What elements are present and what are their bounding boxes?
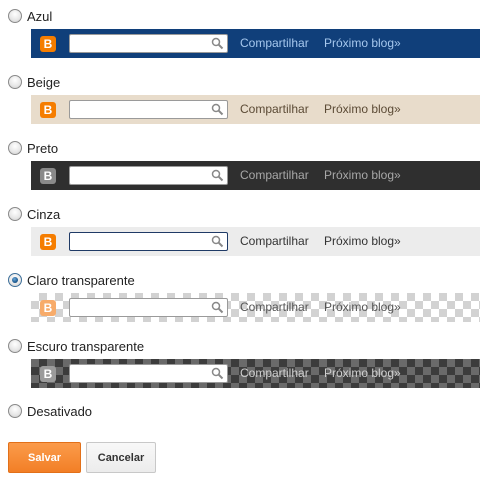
magnifier-icon — [211, 367, 224, 380]
radio-label-escuro-transparente: Escuro transparente — [27, 338, 145, 354]
blogger-logo-icon: B — [40, 168, 56, 184]
magnifier-icon — [211, 169, 224, 182]
radio-row-beige[interactable]: Beige — [8, 73, 60, 91]
radio-row-claro-transparente[interactable]: Claro transparente — [8, 271, 135, 289]
share-link[interactable]: Compartilhar — [240, 36, 309, 51]
radio-label-desativado: Desativado — [27, 403, 93, 419]
navbar-preview-claro-transparente: B Compartilhar Próximo blog» — [31, 293, 480, 322]
blogger-logo-icon: B — [40, 36, 56, 52]
radio-row-escuro-transparente[interactable]: Escuro transparente — [8, 337, 144, 355]
radio-label-cinza: Cinza — [27, 206, 61, 222]
search-input[interactable] — [69, 100, 228, 119]
share-link[interactable]: Compartilhar — [240, 300, 309, 315]
magnifier-icon — [211, 37, 224, 50]
next-blog-link[interactable]: Próximo blog» — [324, 300, 401, 315]
navbar-preview-preto: B Compartilhar Próximo blog» — [31, 161, 480, 190]
navbar-preview-cinza: B Compartilhar Próximo blog» — [31, 227, 480, 256]
radio-label-beige: Beige — [27, 74, 61, 90]
next-blog-link[interactable]: Próximo blog» — [324, 234, 401, 249]
radio-row-cinza[interactable]: Cinza — [8, 205, 60, 223]
radio-preto[interactable] — [8, 141, 22, 155]
radio-row-azul[interactable]: Azul — [8, 7, 52, 25]
navbar-preview-escuro-transparente: B Compartilhar Próximo blog» — [31, 359, 480, 388]
share-link[interactable]: Compartilhar — [240, 168, 309, 183]
radio-claro-transparente[interactable] — [8, 273, 22, 287]
share-link[interactable]: Compartilhar — [240, 102, 309, 117]
blogger-logo-icon: B — [40, 366, 56, 382]
search-input[interactable] — [69, 364, 228, 383]
cancel-button[interactable]: Cancelar — [86, 442, 156, 473]
blogger-logo-icon: B — [40, 300, 56, 316]
search-input[interactable] — [69, 166, 228, 185]
magnifier-icon — [211, 103, 224, 116]
next-blog-link[interactable]: Próximo blog» — [324, 168, 401, 183]
next-blog-link[interactable]: Próximo blog» — [324, 36, 401, 51]
blogger-logo-icon: B — [40, 234, 56, 250]
magnifier-icon — [211, 235, 224, 248]
share-link[interactable]: Compartilhar — [240, 366, 309, 381]
save-button[interactable]: Salvar — [8, 442, 81, 473]
navbar-preview-beige: B Compartilhar Próximo blog» — [31, 95, 480, 124]
blogger-logo-icon: B — [40, 102, 56, 118]
next-blog-link[interactable]: Próximo blog» — [324, 366, 401, 381]
navbar-preview-azul: B Compartilhar Próximo blog» — [31, 29, 480, 58]
radio-azul[interactable] — [8, 9, 22, 23]
next-blog-link[interactable]: Próximo blog» — [324, 102, 401, 117]
radio-escuro-transparente[interactable] — [8, 339, 22, 353]
search-input[interactable] — [69, 232, 228, 251]
radio-row-desativado[interactable]: Desativado — [8, 402, 92, 420]
radio-row-preto[interactable]: Preto — [8, 139, 58, 157]
search-input[interactable] — [69, 298, 228, 317]
radio-cinza[interactable] — [8, 207, 22, 221]
radio-label-preto: Preto — [27, 140, 59, 156]
radio-desativado[interactable] — [8, 404, 22, 418]
search-input[interactable] — [69, 34, 228, 53]
radio-label-claro-transparente: Claro transparente — [27, 272, 135, 288]
radio-label-azul: Azul — [27, 8, 53, 24]
share-link[interactable]: Compartilhar — [240, 234, 309, 249]
radio-beige[interactable] — [8, 75, 22, 89]
magnifier-icon — [211, 301, 224, 314]
